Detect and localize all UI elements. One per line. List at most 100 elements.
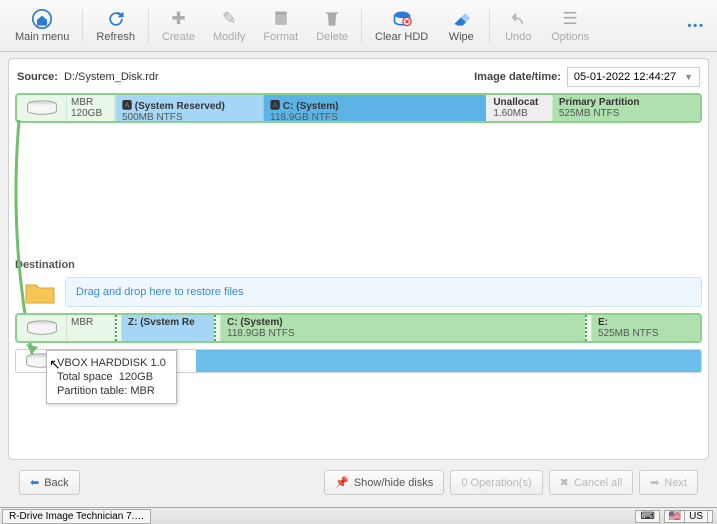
modify-button[interactable]: ✎ Modify (205, 7, 253, 45)
refresh-button[interactable]: Refresh (88, 7, 143, 45)
image-datetime-value: 05-01-2022 12:44:27 (574, 71, 676, 83)
arrow-right-icon: ➡ (650, 476, 659, 489)
options-button[interactable]: ☰ Options (543, 7, 597, 45)
disk-icon (17, 95, 67, 121)
create-label: Create (162, 31, 195, 43)
plus-icon: ✚ (168, 9, 188, 29)
source-disk-scheme: MBR (71, 97, 110, 108)
partition-name: Z: (Svstem Re (128, 317, 208, 328)
system-tray: ⌨ 🇺🇸 US (635, 510, 717, 523)
partition-detail: 525MB NTFS (598, 328, 694, 339)
source-label: Source: (17, 71, 58, 83)
partition-block[interactable]: Primary Partition525MB NTFS (552, 95, 700, 121)
format-button[interactable]: Format (255, 7, 306, 45)
format-label: Format (263, 31, 298, 43)
source-disk-size: 120GB (71, 108, 110, 119)
language-indicator[interactable]: 🇺🇸 US (664, 510, 713, 523)
delete-label: Delete (316, 31, 348, 43)
partition-detail: 118.9GB NTFS (227, 328, 579, 339)
back-label: Back (44, 477, 68, 489)
partition-name: Unallocat (493, 97, 546, 108)
keyboard-icon[interactable]: ⌨ (635, 510, 659, 523)
undo-icon (508, 9, 528, 29)
cancel-all-button[interactable]: ✖ Cancel all (549, 470, 634, 495)
pencil-icon: ✎ (219, 9, 239, 29)
source-row: Source: D:/System_Disk.rdr Image date/ti… (15, 65, 702, 93)
tooltip-total-label: Total space (57, 371, 113, 383)
create-button[interactable]: ✚ Create (154, 7, 203, 45)
format-icon (271, 9, 291, 29)
image-datetime-select[interactable]: 05-01-2022 12:44:27 ▼ (567, 67, 700, 87)
partition-name: 🅰 C: (System) (270, 97, 480, 112)
footer-bar: ⬅ Back 📌 Show/hide disks 0 Operation(s) … (8, 466, 709, 499)
drop-row: Drag and drop here to restore files (15, 277, 702, 307)
clear-hdd-label: Clear HDD (375, 31, 428, 43)
disk-tooltip: VBOX HARDDISK 1.0 Total space 120GB Part… (46, 350, 177, 404)
source-disk-bar[interactable]: MBR 120GB 🅰 (System Reserved)500MB NTFS🅰… (15, 93, 702, 123)
partition-block[interactable]: E:525MB NTFS (591, 315, 700, 341)
drop-zone[interactable]: Drag and drop here to restore files (65, 277, 702, 307)
main-toolbar: Main menu Refresh ✚ Create ✎ Modify Form… (0, 0, 717, 52)
partition-detail: 525MB NTFS (559, 108, 694, 119)
destination-label: Destination (15, 259, 702, 271)
taskbar: R-Drive Image Technician 7.… ⌨ 🇺🇸 US (0, 507, 717, 524)
home-icon (32, 9, 52, 29)
partition-name: 🅰 (System Reserved) (122, 97, 257, 112)
partition-block[interactable]: Z: (Svstem Re (121, 315, 214, 341)
separator (489, 9, 490, 43)
close-icon: ✖ (560, 476, 569, 489)
clear-hdd-button[interactable]: Clear HDD (367, 7, 436, 45)
image-datetime-label: Image date/time: (474, 71, 561, 83)
operations-button[interactable]: 0 Operation(s) (450, 470, 542, 495)
main-menu-button[interactable]: Main menu (7, 7, 77, 45)
tooltip-total-value: 120GB (119, 371, 153, 383)
separator (82, 9, 83, 43)
next-button[interactable]: ➡ Next (639, 470, 698, 495)
partition-block[interactable]: C: (System)118.9GB NTFS (220, 315, 585, 341)
pin-icon: 📌 (335, 476, 349, 489)
clear-hdd-icon (392, 9, 412, 29)
partition-detail: 500MB NTFS (122, 112, 257, 123)
show-hide-label: Show/hide disks (354, 477, 434, 489)
trash-icon (322, 9, 342, 29)
main-menu-label: Main menu (15, 31, 69, 43)
refresh-label: Refresh (96, 31, 135, 43)
partition-block[interactable]: 🅰 (System Reserved)500MB NTFS (115, 95, 263, 121)
partition-detail: 118.9GB NTFS (270, 112, 480, 123)
chevron-down-icon: ▼ (684, 72, 693, 82)
modify-label: Modify (213, 31, 245, 43)
destination-disk-bar[interactable]: MBR Z: (Svstem Re C: (System)118.9GB NTFS… (15, 313, 702, 343)
tooltip-pt-value: MBR (130, 385, 154, 397)
wipe-button[interactable]: Wipe (438, 7, 484, 45)
more-button[interactable]: ••• (681, 14, 711, 38)
operations-label: 0 Operation(s) (461, 477, 531, 489)
separator (361, 9, 362, 43)
partition-name: Primary Partition (559, 97, 694, 108)
delete-button[interactable]: Delete (308, 7, 356, 45)
partition-name: E: (598, 317, 694, 328)
partition-block[interactable]: 🅰 C: (System)118.9GB NTFS (263, 95, 486, 121)
arrow-left-icon: ⬅ (30, 476, 39, 489)
partition-block[interactable]: Unallocat1.60MB (486, 95, 552, 121)
wipe-label: Wipe (449, 31, 474, 43)
source-path: D:/System_Disk.rdr (64, 71, 159, 83)
tooltip-title: VBOX HARDDISK 1.0 (57, 357, 166, 369)
partition-detail: 1.60MB (493, 108, 546, 119)
next-label: Next (664, 477, 687, 489)
undo-button[interactable]: Undo (495, 7, 541, 45)
partition-name: C: (System) (227, 317, 579, 328)
back-button[interactable]: ⬅ Back (19, 470, 80, 495)
disk-icon (17, 315, 67, 341)
refresh-icon (106, 9, 126, 29)
separator (148, 9, 149, 43)
partition-block[interactable] (196, 350, 701, 372)
show-hide-disks-button[interactable]: 📌 Show/hide disks (324, 470, 444, 495)
folder-icon (15, 279, 65, 305)
cancel-all-label: Cancel all (574, 477, 622, 489)
dest-disk-meta: MBR (67, 315, 115, 341)
menu-icon: ☰ (560, 9, 580, 29)
eraser-icon (451, 9, 471, 29)
tooltip-pt-label: Partition table: (57, 385, 127, 397)
source-disk-meta: MBR 120GB (67, 95, 115, 121)
taskbar-app[interactable]: R-Drive Image Technician 7.… (2, 509, 151, 524)
